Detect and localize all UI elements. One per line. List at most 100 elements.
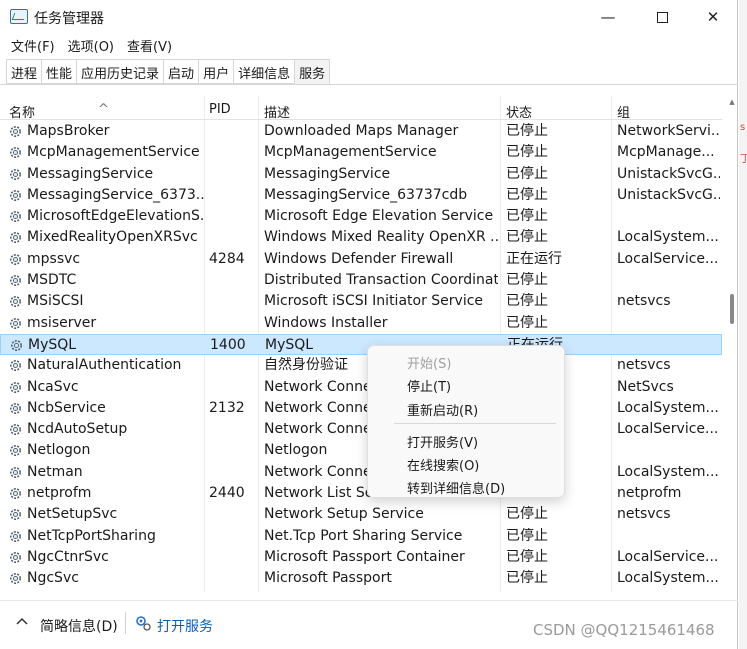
service-status: 已停止 <box>506 527 548 544</box>
footer-separator <box>125 612 126 634</box>
close-icon: ✕ <box>706 8 720 26</box>
service-gear-icon <box>8 486 23 501</box>
column-header-name[interactable]: 名称 <box>9 102 35 121</box>
service-name: MessagingService <box>27 165 154 182</box>
service-gear-icon <box>8 294 23 309</box>
table-row[interactable]: NaturalAuthentication 自然身份验证 netsvcs <box>0 355 722 376</box>
service-name: NaturalAuthentication <box>27 357 182 374</box>
table-row[interactable]: MSDTC Distributed Transaction Coordinat..… <box>0 270 722 291</box>
column-header-status[interactable]: 状态 <box>506 102 532 121</box>
table-row[interactable]: MessagingService MessagingService 已停止 Unist… <box>0 164 722 185</box>
tabs-divider <box>0 84 738 85</box>
fewer-details-link[interactable]: 简略信息(D) <box>40 616 118 636</box>
close-button[interactable]: ✕ <box>688 0 738 34</box>
sort-ascending-icon: ^ <box>98 102 109 117</box>
table-row[interactable]: netprofm 2440 Network List Ser... netprofm <box>0 483 722 504</box>
tab-services[interactable]: 服务 <box>294 59 331 84</box>
menu-bar: 文件(F) 选项(O) 查看(V) <box>0 34 180 56</box>
chevron-up-icon[interactable] <box>15 614 29 628</box>
menu-view[interactable]: 查看(V) <box>122 34 180 56</box>
table-row[interactable]: MicrosoftEdgeElevationS... Microsoft Edge… <box>0 206 722 227</box>
table-row[interactable]: MSiSCSI Microsoft iSCSI Initiator Service… <box>0 291 722 312</box>
table-row[interactable]: MixedRealityOpenXRSvc Windows Mixed Reali… <box>0 227 722 248</box>
service-status: 已停止 <box>506 570 548 587</box>
table-row[interactable]: Netlogon Netlogon <box>0 440 722 461</box>
column-header-group[interactable]: 组 <box>617 102 630 121</box>
service-name: NetSetupSvc <box>27 506 118 523</box>
service-gear-icon <box>8 273 23 288</box>
tab-details[interactable]: 详细信息 <box>233 59 295 84</box>
service-status: 已停止 <box>506 314 548 331</box>
service-description: Net.Tcp Port Sharing Service <box>264 527 463 544</box>
service-status: 正在运行 <box>506 250 562 267</box>
service-name: netprofm <box>27 485 92 502</box>
table-body: MapsBroker Downloaded Maps Manager 已停止 Netw… <box>0 121 722 590</box>
service-group: netsvcs <box>617 293 671 310</box>
maximize-button[interactable] <box>637 0 687 34</box>
service-status: 已停止 <box>506 165 548 182</box>
table-row[interactable]: NetSetupSvc Network Setup Service 已停止 netsv… <box>0 504 722 525</box>
task-manager-icon <box>10 9 28 24</box>
context-restart[interactable]: 重新启动(R) <box>407 400 478 419</box>
tab-users[interactable]: 用户 <box>198 59 234 84</box>
background-window-text: 丁 <box>740 154 747 165</box>
tab-app-history[interactable]: 应用历史记录 <box>76 59 164 84</box>
service-gear-icon <box>8 465 23 480</box>
service-description: Network Setup Service <box>264 506 424 523</box>
menu-options[interactable]: 选项(O) <box>63 34 122 56</box>
menu-file[interactable]: 文件(F) <box>0 34 63 56</box>
table-row[interactable]: MySQL1400MySQL正在运行 <box>0 333 722 356</box>
service-name: Netman <box>27 463 83 480</box>
context-search-online[interactable]: 在线搜索(O) <box>407 455 479 474</box>
service-description: McpManagementService <box>264 144 437 161</box>
scroll-thumb[interactable] <box>730 294 734 324</box>
service-name: NetTcpPortSharing <box>27 527 156 544</box>
open-services-link[interactable]: 打开服务 <box>157 616 213 636</box>
service-name: NcdAutoSetup <box>27 421 128 438</box>
service-description: Microsoft Passport Container <box>264 548 465 565</box>
table-row[interactable]: NcdAutoSetup Network Conne... LocalService… <box>0 419 722 440</box>
scroll-up-icon[interactable]: ▲ <box>728 98 736 106</box>
service-pid: 1400 <box>210 336 246 353</box>
column-header-pid[interactable]: PID <box>209 102 231 117</box>
service-status: 已停止 <box>506 272 548 289</box>
table-header: ^ 名称 PID 描述 状态 组 <box>0 96 722 121</box>
service-gear-icon <box>8 252 23 267</box>
tab-processes[interactable]: 进程 <box>6 59 42 84</box>
services-gear-icon[interactable] <box>134 614 152 632</box>
service-gear-icon <box>9 338 24 353</box>
table-row[interactable]: NcaSvc Network Conne... NetSvcs <box>0 377 722 398</box>
table-row[interactable]: mpssvc 4284 Windows Defender Firewall 正在运行 L… <box>0 249 722 270</box>
table-row[interactable]: NgcSvc Microsoft Passport 已停止 LocalSystem..… <box>0 568 722 589</box>
table-row[interactable]: NcbService 2132 Network Conne... LocalSyste… <box>0 398 722 419</box>
service-gear-icon <box>8 401 23 416</box>
table-row[interactable]: Netman Network Conne... LocalSystem... <box>0 462 722 483</box>
minimize-button[interactable]: — <box>583 0 633 34</box>
table-row[interactable]: NetTcpPortSharing Net.Tcp Port Sharing Se… <box>0 526 722 547</box>
vertical-scrollbar[interactable]: ▲ <box>728 96 736 592</box>
table-row[interactable]: MessagingService_6373... MessagingService… <box>0 185 722 206</box>
service-name: NgcCtnrSvc <box>27 548 109 565</box>
column-header-description[interactable]: 描述 <box>264 102 290 121</box>
service-gear-icon <box>8 507 23 522</box>
service-group: LocalSystem... <box>617 570 719 587</box>
service-name: msiserver <box>27 314 97 331</box>
services-table: ^ 名称 PID 描述 状态 组 MapsBroker Downloaded Ma… <box>0 96 722 592</box>
context-stop[interactable]: 停止(T) <box>407 376 451 395</box>
service-gear-icon <box>8 209 23 224</box>
tab-startup[interactable]: 启动 <box>163 59 199 84</box>
service-group: LocalSystem... <box>617 229 719 246</box>
tab-performance[interactable]: 性能 <box>41 59 77 84</box>
service-status: 已停止 <box>506 186 548 203</box>
service-group: NetworkServi... <box>617 123 720 139</box>
table-row[interactable]: MapsBroker Downloaded Maps Manager 已停止 Netw… <box>0 121 722 142</box>
table-row[interactable]: McpManagementService McpManagementService… <box>0 142 722 163</box>
service-gear-icon <box>8 358 23 373</box>
service-description: Windows Mixed Reality OpenXR ... <box>264 229 498 246</box>
table-row[interactable]: NgcCtnrSvc Microsoft Passport Container 已停… <box>0 547 722 568</box>
table-row[interactable]: msiserver Windows Installer 已停止 <box>0 313 722 334</box>
context-start[interactable]: 开始(S) <box>407 353 451 372</box>
service-name: MSDTC <box>27 272 77 289</box>
context-go-to-details[interactable]: 转到详细信息(D) <box>407 478 505 497</box>
context-open-services[interactable]: 打开服务(V) <box>407 432 478 451</box>
